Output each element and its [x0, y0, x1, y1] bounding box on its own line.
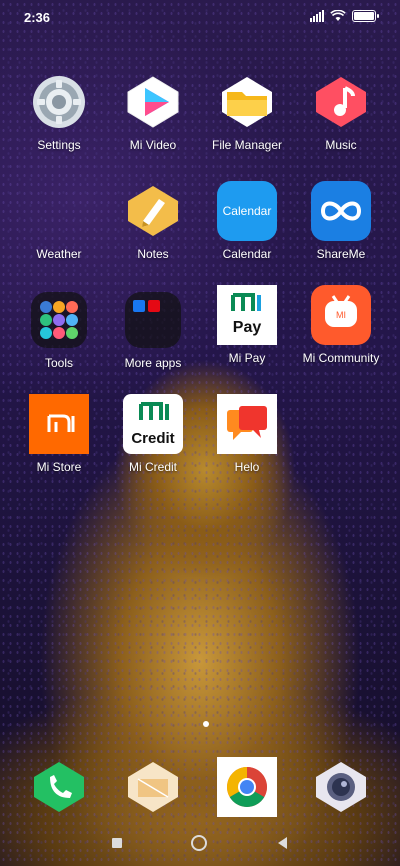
- app-mi-credit[interactable]: Credit Mi Credit: [105, 394, 201, 474]
- app-label: Mi Video: [129, 138, 177, 152]
- folder-more-apps-icon: [123, 290, 183, 350]
- chrome-icon: [217, 757, 277, 817]
- recents-button[interactable]: [112, 838, 122, 848]
- svg-text:MI: MI: [336, 310, 346, 320]
- app-label: Settings: [37, 138, 81, 152]
- calendar-icon-text: Calendar: [222, 204, 272, 218]
- battery-icon: [352, 10, 379, 22]
- app-label: ShareMe: [316, 247, 366, 261]
- app-label: Mi Store: [36, 460, 82, 474]
- app-helo[interactable]: Helo: [199, 394, 295, 474]
- app-mi-community[interactable]: MI Mi Community: [293, 285, 389, 365]
- pencil-icon: [123, 181, 183, 241]
- wifi-icon: [330, 10, 346, 21]
- play-icon: [123, 72, 183, 132]
- app-label: Calendar: [222, 247, 272, 261]
- weather-icon: [29, 181, 89, 241]
- mi-credit-icon: Credit: [123, 394, 183, 454]
- infinity-icon: [311, 181, 371, 241]
- phone-icon: [29, 757, 89, 817]
- chat-bubble-icon: [217, 394, 277, 454]
- app-label: More apps: [124, 356, 182, 370]
- app-shareme[interactable]: ShareMe: [293, 181, 389, 261]
- app-label: Mi Community: [302, 351, 380, 365]
- app-label: Tools: [44, 356, 73, 370]
- mi-credit-icon-text: Credit: [131, 430, 175, 447]
- folder-icon: [217, 72, 277, 132]
- app-label: Helo: [234, 460, 260, 474]
- signal-icon: [310, 10, 324, 22]
- dock-phone[interactable]: [11, 757, 107, 817]
- app-file-manager[interactable]: File Manager: [199, 72, 295, 152]
- mi-pay-icon-text: Pay: [232, 319, 262, 336]
- status-time: 2:36: [24, 10, 51, 25]
- app-mi-video[interactable]: Mi Video: [105, 72, 201, 152]
- music-note-icon: [311, 72, 371, 132]
- calendar-icon: Calendar: [217, 181, 277, 241]
- app-weather[interactable]: Weather: [11, 181, 107, 261]
- app-calendar[interactable]: Calendar Calendar: [199, 181, 295, 261]
- app-label: Notes: [137, 247, 169, 261]
- dock-chrome[interactable]: [199, 757, 295, 817]
- app-folder-tools[interactable]: Tools: [11, 290, 107, 370]
- dock-camera[interactable]: [293, 757, 389, 817]
- mi-community-icon: MI: [311, 285, 371, 345]
- app-label: Weather: [36, 247, 82, 261]
- dock-messages[interactable]: [105, 757, 201, 817]
- folder-tools-icon: [29, 290, 89, 350]
- camera-icon: [311, 757, 371, 817]
- app-mi-pay[interactable]: Pay Mi Pay: [199, 285, 295, 365]
- app-notes[interactable]: Notes: [105, 181, 201, 261]
- app-mi-store[interactable]: Mi Store: [11, 394, 107, 474]
- back-button[interactable]: [276, 836, 288, 850]
- app-label: File Manager: [211, 138, 283, 152]
- mi-pay-icon: Pay: [217, 285, 277, 345]
- app-label: Music: [325, 138, 357, 152]
- app-music[interactable]: Music: [293, 72, 389, 152]
- gear-icon: [29, 72, 89, 132]
- mi-logo-icon: [29, 394, 89, 454]
- app-label: Mi Credit: [128, 460, 177, 474]
- page-indicator: [203, 721, 209, 727]
- app-folder-more-apps[interactable]: More apps: [105, 290, 201, 370]
- navigation-bar: [0, 826, 400, 866]
- home-button[interactable]: [190, 834, 208, 852]
- app-label: Mi Pay: [228, 351, 266, 365]
- message-icon: [123, 757, 183, 817]
- status-bar: 2:36: [0, 0, 400, 36]
- app-settings[interactable]: Settings: [11, 72, 107, 152]
